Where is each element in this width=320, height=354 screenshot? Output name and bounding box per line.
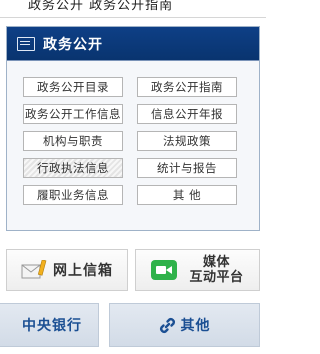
link-statistics[interactable]: 统计与报告 [137, 158, 237, 178]
mailbox-label: 网上信箱 [53, 263, 113, 279]
media-label: 媒体 互动平台 [189, 255, 243, 285]
media-platform-button[interactable]: 媒体 互动平台 [135, 249, 260, 291]
other-links-button[interactable]: 其他 [109, 303, 260, 347]
top-strip-text: 政务公开 政务公开指南 [28, 0, 174, 13]
link-icon [159, 317, 175, 333]
link-organization[interactable]: 机构与职责 [23, 131, 123, 151]
link-other[interactable]: 其 他 [137, 185, 237, 205]
central-bank-button[interactable]: 中央银行 [0, 303, 99, 347]
link-regulations[interactable]: 法规政策 [137, 131, 237, 151]
media-label-line2: 互动平台 [189, 270, 244, 285]
link-annual-report[interactable]: 信息公开年报 [137, 104, 237, 124]
document-icon [17, 36, 35, 51]
link-duties[interactable]: 履职业务信息 [23, 185, 123, 205]
central-bank-label: 中央银行 [22, 318, 82, 334]
link-guide[interactable]: 政务公开指南 [137, 77, 237, 97]
video-camera-icon [151, 260, 178, 280]
government-affairs-panel: 政务公开 政务公开目录 政务公开指南 政务公开工作信息 信息公开年报 机构与职责… [6, 26, 260, 231]
panel-link-grid: 政务公开目录 政务公开指南 政务公开工作信息 信息公开年报 机构与职责 法规政策… [23, 77, 237, 205]
envelope-pencil-icon [21, 260, 47, 279]
media-label-line1: 媒体 [202, 255, 230, 270]
link-enforcement[interactable]: 行政执法信息 [23, 158, 123, 178]
link-catalog[interactable]: 政务公开目录 [23, 77, 123, 97]
other-links-label: 其他 [180, 318, 211, 334]
panel-header: 政务公开 [7, 27, 259, 61]
top-strip-partial: 政务公开 政务公开指南 [0, 0, 266, 18]
mailbox-button[interactable]: 网上信箱 [6, 249, 128, 291]
link-work-info[interactable]: 政务公开工作信息 [23, 104, 123, 124]
panel-title: 政务公开 [43, 36, 103, 53]
